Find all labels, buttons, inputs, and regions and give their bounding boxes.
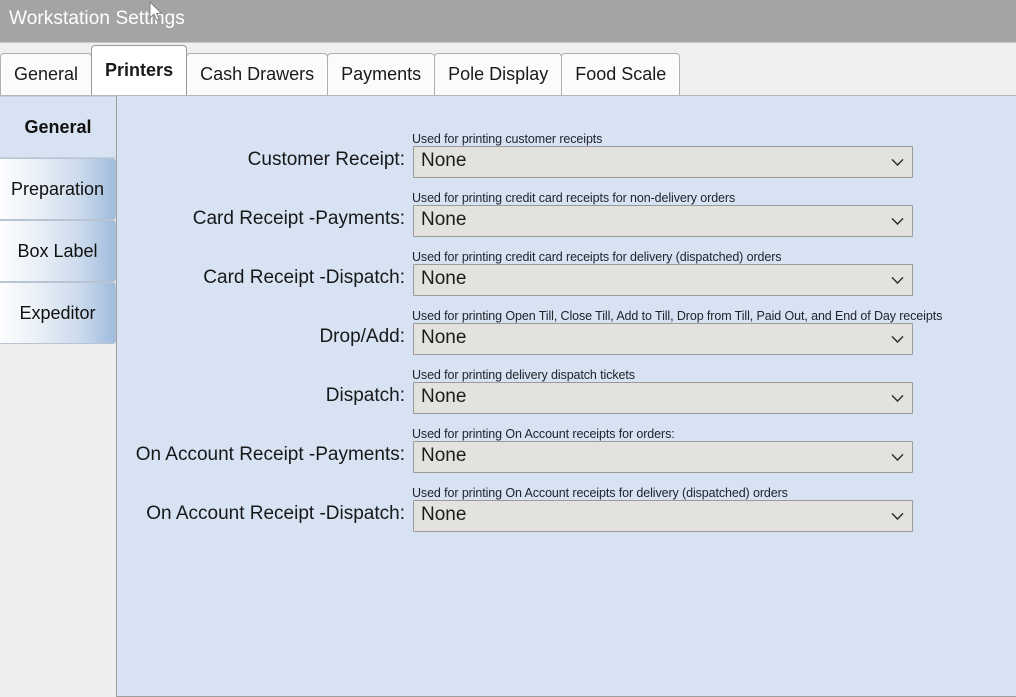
printer-select-1[interactable]: None [413, 146, 913, 178]
field-label: Card Receipt -Payments: [192, 208, 405, 229]
chevron-down-icon [891, 453, 904, 462]
tab-food-scale[interactable]: Food Scale [561, 53, 681, 95]
printer-select-value: None [421, 268, 467, 289]
form-row: Used for printing credit card receipts f… [117, 250, 1016, 306]
sidebar-item-preparation[interactable]: Preparation [0, 158, 116, 220]
field-hint-text: Used for printing Open Till, Close Till,… [412, 309, 943, 323]
printer-select-5[interactable]: None [413, 382, 913, 414]
tab-label: Payments [341, 64, 422, 84]
form-row: Used for printing customer receipts Custo… [117, 132, 1016, 188]
form-row: Used for printing On Account receipts fo… [117, 427, 1016, 483]
field-label: Drop/Add: [319, 326, 405, 347]
printer-select-6[interactable]: None [413, 441, 913, 473]
field-hint-text: Used for printing credit card receipts f… [412, 191, 736, 205]
tab-strip: General Printers Cash Drawers Payments Pole … [0, 42, 1016, 96]
field-label: On Account Receipt -Payments: [135, 444, 405, 465]
workspace: General Preparation Box Label Expeditor Use… [0, 96, 1016, 697]
form-row: Used for printing credit card receipts f… [117, 191, 1016, 247]
chevron-down-icon [891, 394, 904, 403]
tab-list: General Printers Cash Drawers Payments Pole … [0, 41, 681, 95]
printer-select-value: None [421, 445, 467, 466]
workstation-settings-window: Workstation Settings General Printers Cash… [0, 0, 1016, 697]
sidebar-item-label: General [24, 116, 92, 137]
field-hint-text: Used for printing delivery dispatch tick… [412, 368, 635, 382]
window-titlebar: Workstation Settings [0, 0, 1016, 42]
chevron-down-icon [891, 158, 904, 167]
printer-select-2[interactable]: None [413, 205, 913, 237]
sidebar-item-box-label[interactable]: Box Label [0, 220, 116, 282]
tab-label: Cash Drawers [200, 64, 315, 84]
tab-cash-drawers[interactable]: Cash Drawers [186, 53, 329, 95]
chevron-down-icon [891, 276, 904, 285]
tab-general[interactable]: General [0, 53, 93, 95]
tab-printers[interactable]: Printers [91, 45, 188, 95]
sidebar-item-label: Expeditor [19, 302, 96, 323]
field-label: Dispatch: [325, 385, 405, 406]
printer-select-value: None [421, 386, 467, 407]
field-label: Card Receipt -Dispatch: [203, 267, 405, 288]
printer-select-value: None [421, 504, 467, 525]
sidebar-item-expeditor[interactable]: Expeditor [0, 282, 116, 344]
printer-select-value: None [421, 327, 467, 348]
printer-settings-panel: Used for printing customer receipts Custo… [116, 96, 1016, 697]
chevron-down-icon [891, 335, 904, 344]
field-hint-text: Used for printing customer receipts [412, 132, 603, 146]
field-label: On Account Receipt -Dispatch: [146, 503, 405, 524]
tab-label: Food Scale [575, 64, 667, 84]
chevron-down-icon [891, 512, 904, 521]
form-row: Used for printing delivery dispatch tick… [117, 368, 1016, 424]
tab-label: General [14, 64, 79, 84]
printer-select-7[interactable]: None [413, 500, 913, 532]
printer-select-4[interactable]: None [413, 323, 913, 355]
sidebar-item-label: Preparation [10, 178, 105, 199]
printer-select-value: None [421, 209, 467, 230]
tab-payments[interactable]: Payments [327, 53, 436, 95]
tab-pole-display[interactable]: Pole Display [434, 53, 563, 95]
field-hint-text: Used for printing On Account receipts fo… [412, 427, 675, 441]
field-hint-text: Used for printing On Account receipts fo… [412, 486, 788, 500]
chevron-down-icon [891, 217, 904, 226]
printer-category-sidebar: General Preparation Box Label Expeditor [0, 96, 116, 697]
field-hint-text: Used for printing credit card receipts f… [412, 250, 782, 264]
printer-select-value: None [421, 150, 467, 171]
sidebar-item-label: Box Label [17, 240, 98, 261]
field-label: Customer Receipt: [247, 149, 405, 170]
printer-select-3[interactable]: None [413, 264, 913, 296]
sidebar-item-general[interactable]: General [0, 96, 116, 158]
window-title: Workstation Settings [9, 8, 185, 29]
tab-label: Printers [105, 60, 174, 80]
form-row: Used for printing On Account receipts fo… [117, 486, 1016, 542]
form-row: Used for printing Open Till, Close Till,… [117, 309, 1016, 365]
tab-label: Pole Display [448, 64, 549, 84]
